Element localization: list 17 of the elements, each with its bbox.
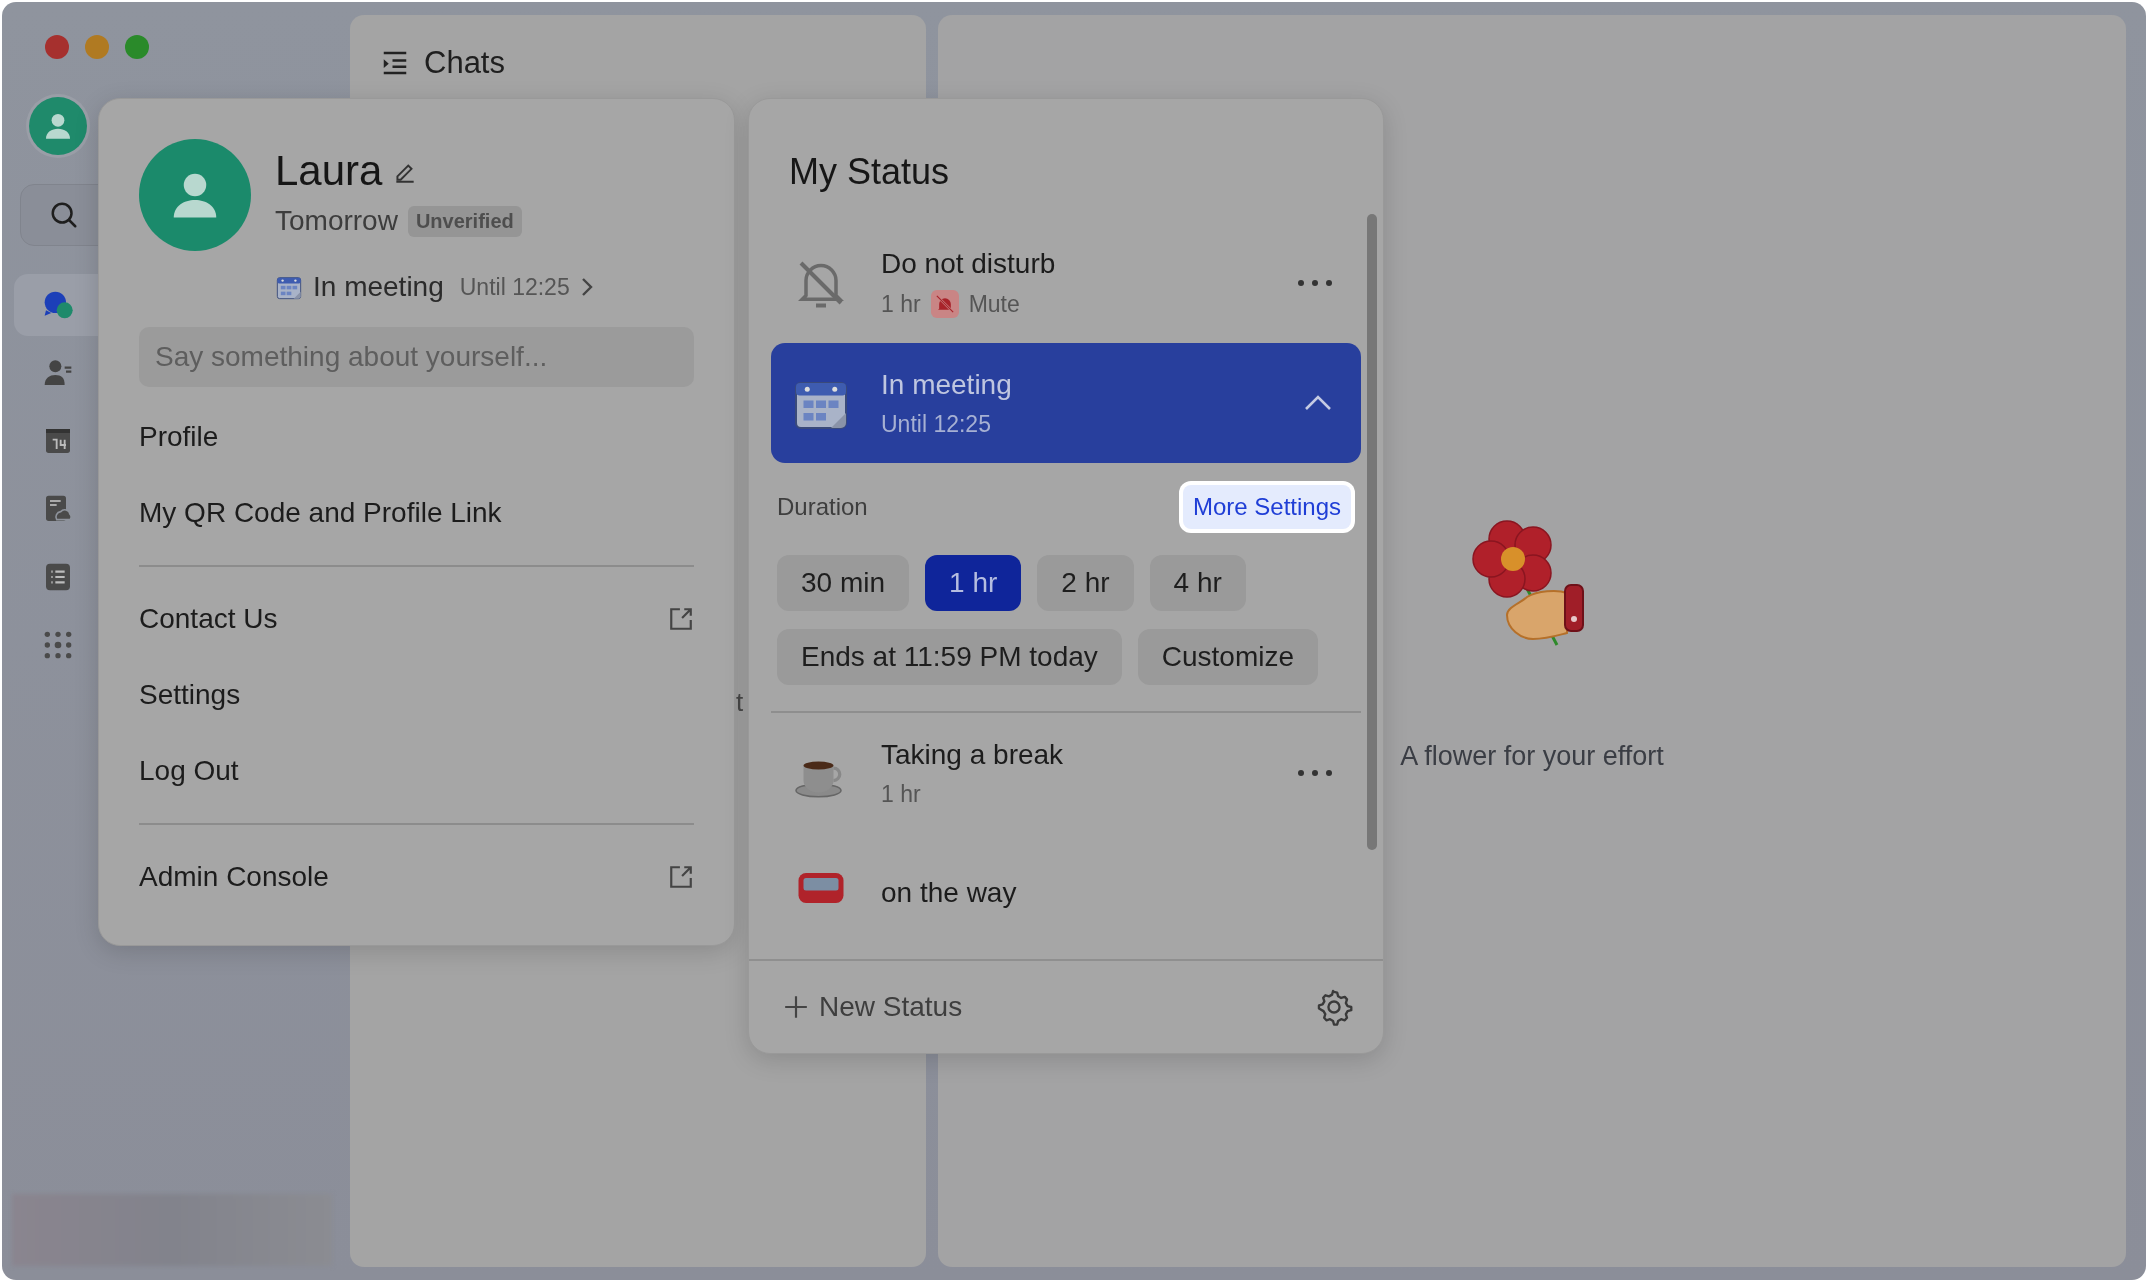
status-title: Do not disturb	[881, 248, 1057, 280]
status-title: on the way	[881, 877, 1018, 909]
status-title: Taking a break	[881, 738, 1065, 771]
popup-title: My Status	[789, 151, 951, 193]
panel-title: Chats	[424, 45, 505, 81]
user-name: Laura	[275, 147, 383, 195]
status-duration: Until 12:25	[881, 410, 991, 438]
mute-label: Mute	[968, 290, 1020, 318]
chat-text: t	[736, 687, 744, 718]
section-label: Duration	[777, 493, 868, 521]
organization-name: Tomorrow	[275, 205, 398, 237]
status-title: In meeting	[881, 368, 1013, 401]
caption-text: A flower for your effort	[1400, 741, 1664, 772]
verification-badge: Unverified	[407, 205, 522, 237]
status-duration: 1 hr	[881, 290, 921, 318]
status-duration: 1 hr	[881, 780, 921, 808]
status-until: Until 12:25	[459, 273, 570, 301]
